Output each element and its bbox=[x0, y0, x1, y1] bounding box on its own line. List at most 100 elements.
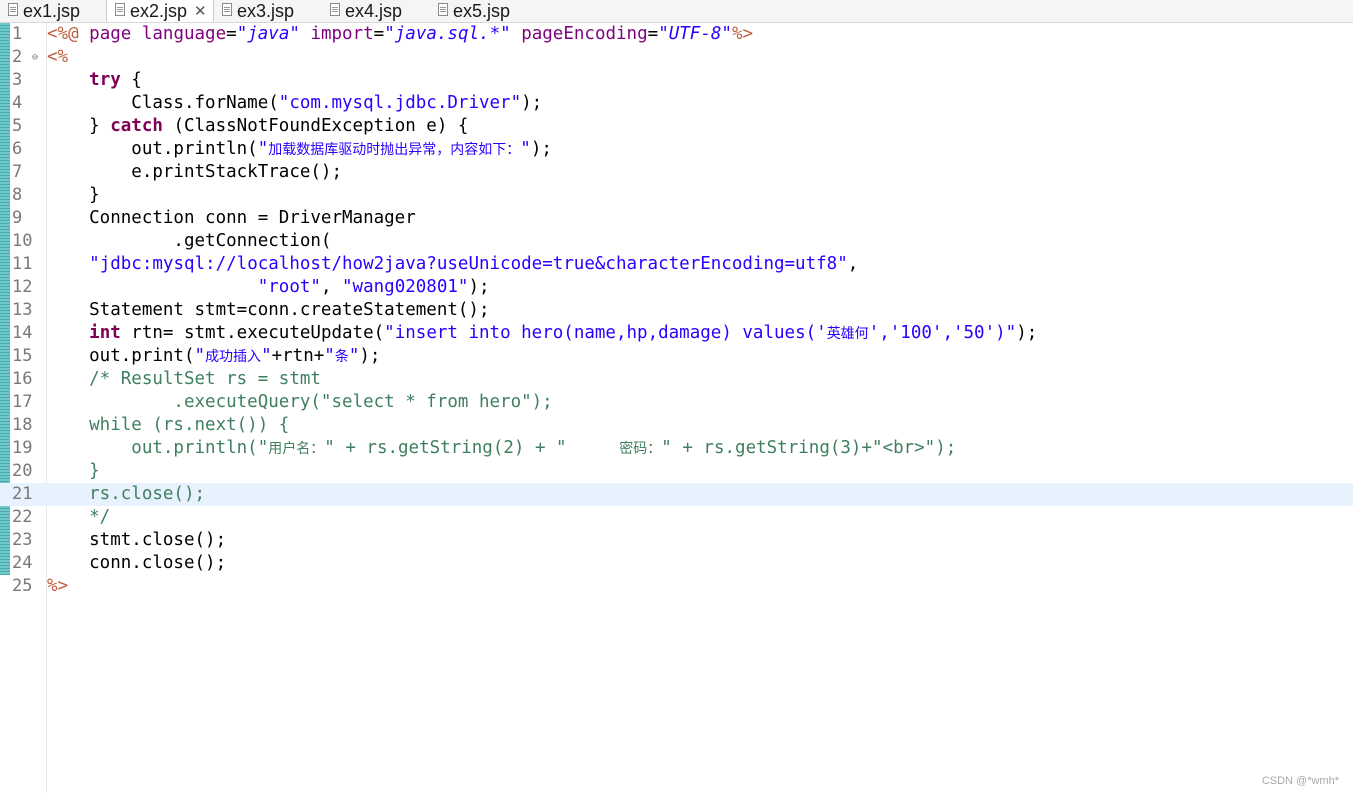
tab-ex1-jsp[interactable]: ex1.jsp bbox=[0, 0, 106, 22]
code-line[interactable]: 19 out.println("用户名：" + rs.getString(2) … bbox=[0, 437, 1353, 460]
line-number: 1 bbox=[12, 24, 23, 44]
code-line[interactable]: 24 conn.close(); bbox=[0, 552, 1353, 575]
tab-label: ex5.jsp bbox=[453, 0, 511, 21]
line-number: 22 bbox=[12, 507, 33, 527]
code-line[interactable]: 21 rs.close(); bbox=[0, 483, 1353, 506]
code-line[interactable]: 2 ⊖ <% bbox=[0, 46, 1353, 69]
code-token: +rtn+ bbox=[271, 346, 325, 366]
code-token: ); bbox=[530, 139, 552, 159]
code-text: int rtn= stmt.executeUpdate("insert into… bbox=[47, 322, 1037, 346]
code-text: conn.close(); bbox=[47, 552, 226, 575]
line-number: 16 bbox=[12, 369, 33, 389]
code-token: " bbox=[520, 139, 531, 159]
code-token: int bbox=[89, 323, 121, 343]
jsp-file-icon bbox=[115, 2, 125, 16]
code-line[interactable]: 6 out.println("加载数据库驱动时抛出异常，内容如下："); bbox=[0, 138, 1353, 161]
line-number: 18 bbox=[12, 415, 33, 435]
code-token: catch bbox=[110, 116, 163, 136]
code-line[interactable]: 1 <%@ page language="java" import="java.s… bbox=[0, 23, 1353, 46]
fold-toggle-icon[interactable]: ⊖ bbox=[32, 46, 38, 69]
code-token: %> bbox=[47, 576, 69, 596]
code-line[interactable]: 13 Statement stmt=conn.createStatement()… bbox=[0, 299, 1353, 322]
code-token: rs.close(); bbox=[47, 484, 206, 504]
code-line[interactable]: 7 e.printStackTrace(); bbox=[0, 161, 1353, 184]
tab-ex3-jsp[interactable]: ex3.jsp bbox=[214, 0, 322, 22]
code-token: e.printStackTrace(); bbox=[47, 162, 343, 182]
code-line[interactable]: 23 stmt.close(); bbox=[0, 529, 1353, 552]
code-token: ','100','50')" bbox=[868, 323, 1017, 343]
watermark: CSDN @*wmh* bbox=[1261, 775, 1339, 787]
line-number: 21 bbox=[12, 484, 33, 504]
code-token: conn.close(); bbox=[47, 553, 227, 573]
line-number: 15 bbox=[12, 346, 33, 366]
tab-ex5-jsp[interactable]: ex5.jsp bbox=[430, 0, 530, 22]
code-token: language bbox=[141, 24, 227, 44]
code-token: "java" bbox=[236, 24, 300, 44]
line-number: 9 bbox=[12, 208, 23, 228]
code-token: "java.sql.*" bbox=[384, 24, 511, 44]
code-token: } bbox=[47, 185, 100, 205]
code-line[interactable]: 3 try { bbox=[0, 69, 1353, 92]
code-token: 用户名： bbox=[268, 441, 325, 457]
code-line[interactable]: 16 /* ResultSet rs = stmt bbox=[0, 368, 1353, 391]
code-text: } catch (ClassNotFoundException e) { bbox=[47, 115, 468, 138]
line-number: 3 bbox=[12, 70, 23, 90]
code-token: ); bbox=[521, 93, 543, 113]
code-token: 密码： bbox=[619, 441, 662, 457]
code-text: <%@ page language="java" import="java.sq… bbox=[47, 23, 753, 46]
code-token: , bbox=[320, 277, 343, 297]
code-token: "jdbc:mysql://localhost/how2java?useUnic… bbox=[89, 254, 848, 274]
code-text: .getConnection( bbox=[47, 230, 331, 253]
code-token: = bbox=[226, 24, 237, 44]
code-token: "insert into hero(name,hp,damage) values… bbox=[384, 323, 827, 343]
code-token: pageEncoding bbox=[521, 24, 648, 44]
code-line[interactable]: 15 out.print("成功插入"+rtn+"条"); bbox=[0, 345, 1353, 368]
code-token: " + rs.getString(3)+"<br>"); bbox=[661, 438, 957, 458]
tab-label: ex2.jsp bbox=[130, 0, 188, 21]
editor-tab-bar: ex1.jsp ex2.jsp ✕ ex3.jsp ex4.jsp ex5.jsp bbox=[0, 0, 1353, 23]
code-line[interactable]: 8 } bbox=[0, 184, 1353, 207]
code-token: " + rs.getString(2) + " bbox=[324, 438, 620, 458]
code-token: .executeQuery("select * from hero"); bbox=[47, 392, 553, 412]
code-token: 条 bbox=[334, 349, 349, 365]
line-number: 2 bbox=[12, 47, 23, 67]
code-line[interactable]: 20 } bbox=[0, 460, 1353, 483]
code-token: " bbox=[324, 346, 335, 366]
line-number: 25 bbox=[12, 576, 33, 596]
code-token: { bbox=[120, 70, 142, 90]
line-number: 12 bbox=[12, 277, 33, 297]
code-token: out.print( bbox=[47, 346, 195, 366]
code-text: rs.close(); bbox=[47, 483, 205, 506]
tab-ex2-jsp[interactable]: ex2.jsp ✕ bbox=[106, 0, 214, 22]
code-token: , bbox=[847, 254, 859, 274]
jsp-file-icon bbox=[8, 2, 18, 16]
code-line[interactable]: 12 "root", "wang020801"); bbox=[0, 276, 1353, 299]
tab-ex4-jsp[interactable]: ex4.jsp bbox=[322, 0, 430, 22]
code-line[interactable]: 10 .getConnection( bbox=[0, 230, 1353, 253]
line-number: 4 bbox=[12, 93, 23, 113]
code-text: while (rs.next()) { bbox=[47, 414, 289, 437]
code-text: stmt.close(); bbox=[47, 529, 226, 552]
code-token: "root" bbox=[257, 277, 321, 297]
close-tab-icon[interactable]: ✕ bbox=[194, 2, 207, 20]
code-line[interactable]: 17 .executeQuery("select * from hero"); bbox=[0, 391, 1353, 414]
code-line[interactable]: 22 */ bbox=[0, 506, 1353, 529]
code-token: " bbox=[348, 346, 360, 366]
code-line[interactable]: 9 Connection conn = DriverManager bbox=[0, 207, 1353, 230]
code-token: (ClassNotFoundException e) { bbox=[162, 116, 469, 136]
code-line[interactable]: 11 "jdbc:mysql://localhost/how2java?useU… bbox=[0, 253, 1353, 276]
code-text: out.println("加载数据库驱动时抛出异常，内容如下："); bbox=[47, 138, 552, 162]
line-number: 23 bbox=[12, 530, 33, 550]
code-line[interactable]: 14 int rtn= stmt.executeUpdate("insert i… bbox=[0, 322, 1353, 345]
code-line[interactable]: 25 %> bbox=[0, 575, 1353, 598]
code-editor[interactable]: 1 <%@ page language="java" import="java.s… bbox=[0, 23, 1353, 793]
code-token: ); bbox=[1016, 323, 1038, 343]
code-line[interactable]: 5 } catch (ClassNotFoundException e) { bbox=[0, 115, 1353, 138]
line-number: 7 bbox=[12, 162, 23, 182]
code-line[interactable]: 18 while (rs.next()) { bbox=[0, 414, 1353, 437]
code-text: out.println("用户名：" + rs.getString(2) + "… bbox=[47, 437, 956, 461]
code-line[interactable]: 4 Class.forName("com.mysql.jdbc.Driver")… bbox=[0, 92, 1353, 115]
